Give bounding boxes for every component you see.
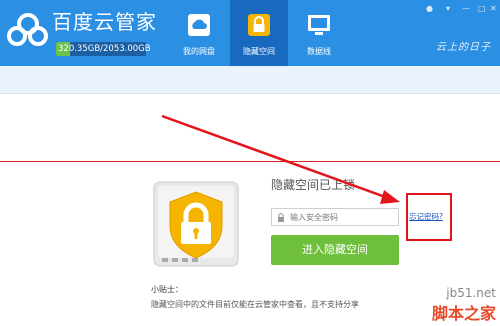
- red-highlight-box: [406, 193, 452, 241]
- tab-label: 隐藏空间: [243, 47, 275, 56]
- lock-folder-icon: [248, 14, 270, 36]
- safe-lock-illustration-icon: [153, 181, 239, 267]
- locked-status-title: 隐藏空间已上锁: [271, 178, 356, 192]
- site-watermark: jb51.net 脚本之家: [416, 286, 496, 324]
- user-avatar-icon[interactable]: ●: [426, 4, 433, 14]
- close-icon[interactable]: ✕: [490, 4, 497, 14]
- cloud-drive-icon: [188, 14, 210, 36]
- password-field[interactable]: [271, 208, 399, 226]
- tab-label: 我的网盘: [183, 47, 215, 56]
- minimize-icon[interactable]: —: [462, 4, 470, 14]
- tips-text: 隐藏空间中的文件目前仅能在云管家中查看，且不支持分享: [151, 300, 359, 309]
- app-slogan: 云上的日子: [436, 42, 491, 53]
- tab-my-drive[interactable]: 我的网盘: [170, 0, 228, 66]
- toolbar-strip: [0, 66, 500, 94]
- monitor-icon: [308, 15, 330, 35]
- tips-title: 小贴士：: [151, 285, 183, 294]
- maximize-icon[interactable]: □: [478, 4, 486, 14]
- watermark-url: jb51.net: [446, 286, 496, 300]
- enter-hidden-space-button[interactable]: 进入隐藏空间: [271, 235, 399, 265]
- tab-label: 数据线: [307, 47, 331, 56]
- storage-usage-bar: 320.35GB/2053.00GB: [56, 42, 151, 56]
- storage-usage-text: 320.35GB/2053.00GB: [58, 44, 151, 54]
- lock-icon: [278, 213, 284, 222]
- watermark-name: 脚本之家: [431, 304, 496, 323]
- password-input[interactable]: [290, 210, 394, 224]
- tab-data-cable[interactable]: 数据线: [290, 0, 348, 66]
- app-header: 百度云管家 320.35GB/2053.00GB 我的网盘 隐藏空间 数据线 ●…: [0, 0, 500, 66]
- menu-icon[interactable]: ▾: [446, 4, 450, 14]
- red-divider-line: [0, 161, 500, 162]
- baidu-cloud-logo-icon: [7, 13, 48, 46]
- tab-hidden-space[interactable]: 隐藏空间: [230, 0, 288, 66]
- app-title: 百度云管家: [52, 10, 157, 34]
